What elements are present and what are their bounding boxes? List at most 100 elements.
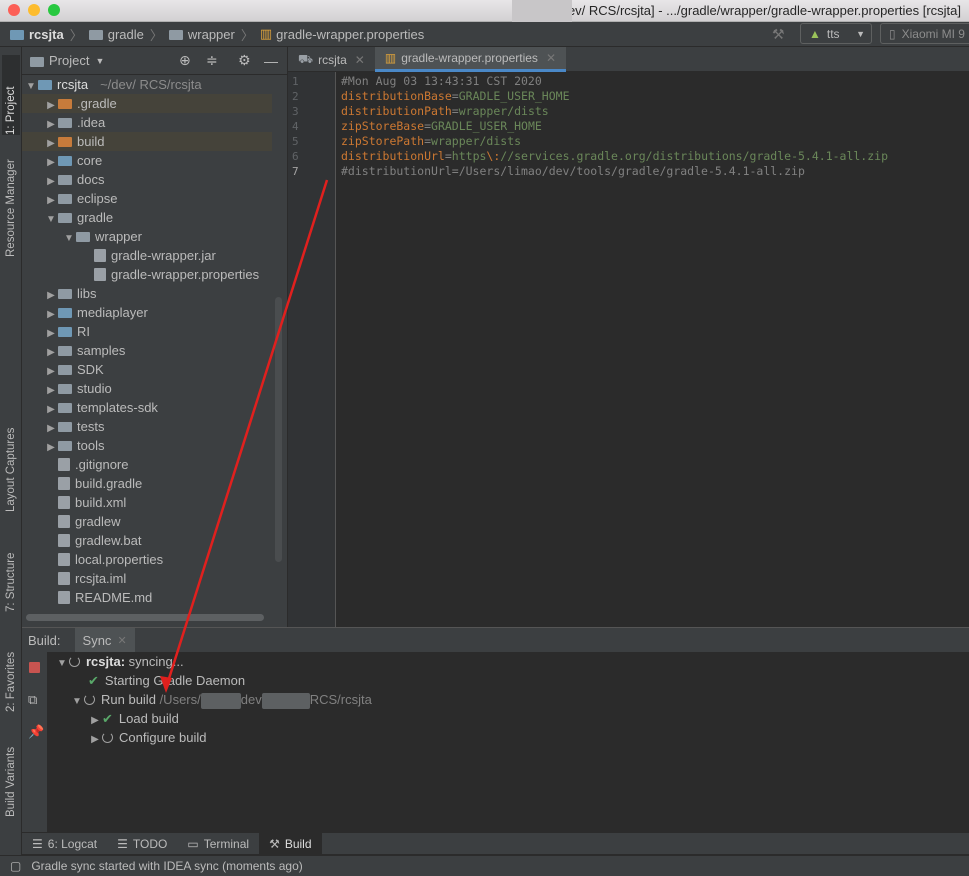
tab-project[interactable]: 1: Project (2, 55, 20, 135)
code-line-4: zipStoreBase=GRADLE_USER_HOME (341, 119, 542, 133)
gradle-icon: ⛟ (298, 51, 314, 66)
tab-favorites[interactable]: 2: Favorites (2, 632, 20, 712)
build-tree-root[interactable]: ▼ rcsjta: syncing... (55, 652, 184, 671)
zoom-window-button[interactable] (48, 4, 60, 16)
tree-item[interactable]: ▶ studio (22, 379, 272, 398)
folder-icon (58, 99, 72, 109)
minimize-window-button[interactable] (28, 4, 40, 16)
run-configuration-select[interactable]: ▲ tts ▼ (800, 23, 872, 44)
folder-icon (58, 441, 72, 451)
hammer-icon[interactable]: ⚒ (772, 26, 785, 43)
file-icon (58, 553, 70, 566)
file-icon (94, 268, 106, 281)
tree-item[interactable]: local.properties (22, 550, 272, 569)
build-tool-window: Build: Sync ✕ ⧉ 📌 ▼ rcsjta: syncing... ✔ S… (22, 627, 969, 833)
horizontal-scrollbar[interactable] (26, 614, 264, 621)
toggle-tool-windows-icon[interactable]: ▢ (10, 859, 21, 873)
build-tree-item[interactable]: ▼ Run build /Users/dev RCS/rcsjta (70, 690, 372, 709)
close-icon[interactable]: ✕ (546, 51, 556, 65)
gear-icon[interactable]: ⚙ (238, 52, 251, 69)
folder-icon (58, 327, 72, 337)
tree-item[interactable]: gradlew.bat (22, 531, 272, 550)
folder-icon (58, 403, 72, 413)
tree-item[interactable]: build.xml (22, 493, 272, 512)
project-panel: Project ▼ ⊕ ≑ ⚙ — ▼ rcsjta ~/dev/ RCS/rcsj… (22, 47, 287, 627)
tree-item[interactable]: ▶ templates-sdk (22, 398, 272, 417)
breadcrumb-gradle[interactable]: gradle 〉 (88, 25, 163, 44)
tab-todo[interactable]: ☰ TODO (107, 833, 177, 855)
tree-item[interactable]: ▶ tests (22, 417, 272, 436)
tree-item[interactable]: ▶ .gradle (22, 94, 272, 113)
tree-item[interactable]: gradlew (22, 512, 272, 531)
tab-build[interactable]: ⚒ Build (259, 832, 322, 855)
line-number: 5 (292, 135, 299, 148)
tree-item[interactable]: ▶ eclipse (22, 189, 272, 208)
window-title-bar: rcsjta [~/dev/ RCS/rcsjta] - .../gradle/… (0, 0, 969, 22)
tree-item[interactable]: ▶ core (22, 151, 272, 170)
breadcrumb-project[interactable]: rcsjta 〉 (10, 25, 83, 44)
tree-item[interactable]: .gitignore (22, 455, 272, 474)
editor-tabs: ⛟ rcsjta ✕ ▥ gradle-wrapper.properties ✕ (288, 47, 969, 72)
build-toolbar: ⧉ 📌 (22, 652, 48, 833)
vertical-scrollbar[interactable] (275, 297, 282, 562)
tab-logcat[interactable]: ☰ 6: Logcat (22, 833, 107, 855)
navigation-bar: rcsjta 〉 gradle 〉 wrapper 〉 ▥ gradle-wrapper… (0, 22, 969, 47)
tab-sync[interactable]: Sync ✕ (74, 628, 135, 652)
tree-item[interactable]: build.gradle (22, 474, 272, 493)
device-icon: ▯ (889, 26, 896, 41)
build-tree-item[interactable]: ✔ Starting Gradle Daemon (88, 671, 245, 690)
tree-item[interactable]: ▶ SDK (22, 360, 272, 379)
folder-icon (58, 365, 72, 375)
tree-item[interactable]: README.md (22, 588, 272, 607)
code-line-3: distributionPath=wrapper/dists (341, 104, 549, 118)
build-tree-item[interactable]: ▶ ✔ Load build (88, 709, 179, 728)
tree-item[interactable]: ▶ RI (22, 322, 272, 341)
tree-item[interactable]: ▶ docs (22, 170, 272, 189)
chevron-down-icon[interactable]: ▼ (95, 56, 104, 66)
code-editor[interactable]: #Mon Aug 03 13:43:31 CST 2020 distributi… (341, 72, 969, 627)
tree-item[interactable]: ▶ tools (22, 436, 272, 455)
tree-item[interactable]: rcsjta.iml (22, 569, 272, 588)
close-icon[interactable]: ✕ (355, 53, 365, 67)
restore-layout-icon[interactable]: ⧉ (28, 692, 37, 708)
tab-build-variants[interactable]: Build Variants (2, 727, 20, 817)
tab-rcsjta[interactable]: ⛟ rcsjta ✕ (288, 47, 375, 72)
hide-panel-icon[interactable]: — (264, 53, 278, 69)
collapse-all-icon[interactable]: ≑ (206, 52, 218, 69)
file-icon (58, 458, 70, 471)
tree-item[interactable]: ▶ build (22, 132, 272, 151)
status-message: Gradle sync started with IDEA sync (mome… (31, 859, 303, 873)
folder-icon (58, 137, 72, 147)
stop-icon[interactable] (29, 662, 40, 673)
breadcrumb-wrapper[interactable]: wrapper 〉 (168, 25, 254, 44)
tree-item[interactable]: ▶ libs (22, 284, 272, 303)
tree-item[interactable]: gradle-wrapper.properties (22, 265, 272, 284)
tree-item[interactable]: ▼ gradle (22, 208, 272, 227)
build-tree-item[interactable]: ▶ Configure build (88, 728, 206, 747)
tree-root[interactable]: ▼ rcsjta ~/dev/ RCS/rcsjta (22, 75, 272, 94)
tab-structure[interactable]: 7: Structure (2, 532, 20, 612)
project-view-select[interactable]: Project (49, 53, 89, 68)
folder-icon (58, 346, 72, 356)
todo-icon: ☰ (117, 836, 128, 851)
terminal-icon: ▭ (187, 836, 199, 851)
file-icon (58, 534, 70, 547)
tree-item[interactable]: ▶ samples (22, 341, 272, 360)
locate-icon[interactable]: ⊕ (179, 52, 191, 69)
pin-icon[interactable]: 📌 (28, 724, 44, 740)
device-select[interactable]: ▯ Xiaomi MI 9 (880, 23, 969, 44)
tree-item[interactable]: gradle-wrapper.jar (22, 246, 272, 265)
file-icon (58, 572, 70, 585)
tab-terminal[interactable]: ▭ Terminal (177, 833, 259, 855)
tree-item[interactable]: ▶ .idea (22, 113, 272, 132)
close-window-button[interactable] (8, 4, 20, 16)
tab-layout-captures[interactable]: Layout Captures (2, 407, 20, 512)
tree-item[interactable]: ▶ mediaplayer (22, 303, 272, 322)
tab-gradle-wrapper-properties[interactable]: ▥ gradle-wrapper.properties ✕ (374, 47, 566, 72)
folder-icon (58, 194, 72, 204)
tab-resource-manager[interactable]: Resource Manager (2, 147, 20, 257)
folder-icon (58, 384, 72, 394)
close-icon[interactable]: ✕ (117, 634, 126, 647)
tree-item[interactable]: ▼ wrapper (22, 227, 272, 246)
breadcrumb-file[interactable]: ▥ gradle-wrapper.properties (260, 26, 424, 42)
